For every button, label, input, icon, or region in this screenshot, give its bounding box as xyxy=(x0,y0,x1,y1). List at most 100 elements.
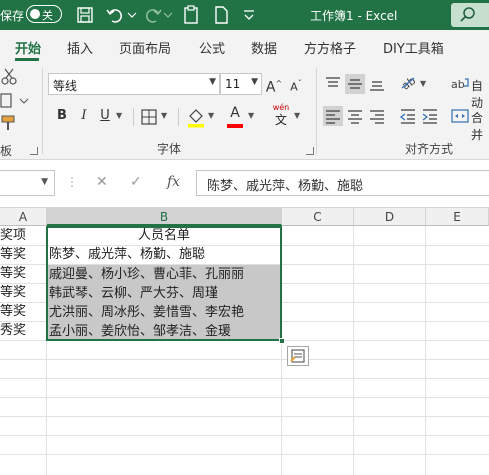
group-separator xyxy=(42,68,43,154)
cell-a2[interactable]: 等奖 xyxy=(0,245,46,264)
chevron-down-icon[interactable]: ▼ xyxy=(208,111,214,120)
clipboard-group-label-fragment: 板 xyxy=(0,144,13,158)
clipboard-launcher-icon[interactable] xyxy=(30,147,38,155)
cell-a4[interactable]: 等奖 xyxy=(0,283,46,302)
format-painter-icon[interactable] xyxy=(0,114,18,132)
wrap-text-label[interactable]: 自动 xyxy=(471,77,489,111)
tab-formulas[interactable]: 公式 xyxy=(199,38,225,57)
undo-icon[interactable] xyxy=(104,4,126,26)
confirm-formula-icon[interactable]: ✓ xyxy=(130,174,142,190)
formula-bar: ▼ ⋮ ✕ ✓ fx 陈梦、戚光萍、杨勤、施聪 xyxy=(0,160,489,208)
row-gridline xyxy=(0,378,489,379)
tab-insert[interactable]: 插入 xyxy=(67,38,93,57)
cell-a1[interactable]: 奖项 xyxy=(0,226,46,245)
underline-button[interactable]: U xyxy=(95,106,115,126)
bold-button[interactable]: B xyxy=(52,106,72,126)
quick-analysis-button[interactable] xyxy=(287,346,309,366)
svg-text:ab: ab xyxy=(451,78,465,91)
phonetic-guide-button[interactable]: wén 文 xyxy=(270,103,292,129)
divider xyxy=(133,108,134,126)
cut-icon[interactable] xyxy=(0,68,18,86)
align-right-icon[interactable] xyxy=(367,106,387,126)
column-header-b[interactable]: B xyxy=(47,208,282,226)
alignment-group-label: 对齐方式 xyxy=(405,142,454,156)
column-header-d[interactable]: D xyxy=(354,208,426,226)
bottom-align-icon[interactable] xyxy=(367,74,387,94)
cancel-formula-icon[interactable]: ✕ xyxy=(96,174,108,190)
ribbon-home: 板 等线 ▼ 11 ▼ A^ Aˇ B I U ▼ ▼ ▼ A ▼ wén 文 … xyxy=(0,62,489,160)
decrease-font-size-button[interactable]: Aˇ xyxy=(286,74,306,94)
chevron-down-icon[interactable]: ▼ xyxy=(294,111,300,120)
toggle-state-label: 关 xyxy=(42,9,53,22)
insert-function-icon[interactable]: fx xyxy=(167,174,180,190)
ribbon-tabs: 开始 插入 页面布局 公式 数据 方方格子 DIY工具箱 xyxy=(0,30,489,62)
formula-bar-grip-icon[interactable]: ⋮ xyxy=(66,175,78,189)
font-size-combo[interactable]: 11 ▼ xyxy=(220,73,262,95)
merge-center-icon[interactable] xyxy=(450,106,470,126)
search-box[interactable] xyxy=(451,3,489,27)
cell-a3[interactable]: 等奖 xyxy=(0,264,46,283)
font-color-button[interactable]: A xyxy=(225,105,245,129)
cell-a6[interactable]: 秀奖 xyxy=(0,321,46,340)
worksheet-grid[interactable]: A B C D E 奖项 等奖 等奖 等奖 等奖 秀奖 人员名单 陈梦、戚光萍、… xyxy=(0,208,489,475)
chevron-down-icon[interactable]: ▼ xyxy=(161,111,167,120)
cell-a5[interactable]: 等奖 xyxy=(0,302,46,321)
customize-toolbar-icon[interactable] xyxy=(238,4,260,26)
row-gridline xyxy=(0,397,489,398)
redo-dropdown-icon[interactable] xyxy=(160,4,182,26)
chevron-down-icon: ▼ xyxy=(209,77,216,87)
align-left-icon[interactable] xyxy=(323,106,343,126)
group-separator xyxy=(316,68,317,154)
increase-font-size-button[interactable]: A^ xyxy=(264,74,284,96)
column-header-a[interactable]: A xyxy=(0,208,47,226)
column-header-e[interactable]: E xyxy=(426,208,489,226)
top-align-icon[interactable] xyxy=(323,74,343,94)
decrease-indent-icon[interactable] xyxy=(398,106,418,126)
save-icon[interactable] xyxy=(74,4,96,26)
paste-icon[interactable] xyxy=(180,4,202,26)
phonetic-wen-char: 文 xyxy=(274,113,287,127)
borders-icon[interactable] xyxy=(140,108,158,126)
autosave-toggle[interactable]: 关 xyxy=(26,5,62,23)
copy-icon[interactable] xyxy=(0,92,30,110)
orientation-icon[interactable]: ab xyxy=(398,72,418,92)
column-gridline xyxy=(353,226,354,475)
chevron-down-icon[interactable]: ▼ xyxy=(41,177,48,187)
italic-button[interactable]: I xyxy=(74,106,94,126)
new-document-icon[interactable] xyxy=(210,4,232,26)
autosave-label: 保存 xyxy=(0,9,25,23)
title-bar: 保存 关 工作簿1 - Excel xyxy=(0,0,489,30)
tab-page-layout[interactable]: 页面布局 xyxy=(119,38,171,57)
merge-center-label[interactable]: 合并 xyxy=(471,109,489,143)
row-gridline xyxy=(0,454,489,455)
column-gridline xyxy=(425,226,426,475)
fill-handle[interactable] xyxy=(279,338,285,344)
chevron-down-icon[interactable]: ▼ xyxy=(116,111,122,120)
middle-align-icon[interactable] xyxy=(345,74,365,94)
name-box[interactable]: ▼ xyxy=(0,170,55,196)
tab-data[interactable]: 数据 xyxy=(251,38,277,57)
chevron-down-icon[interactable]: ▼ xyxy=(248,111,254,120)
document-title: 工作簿1 - Excel xyxy=(310,9,398,23)
chevron-down-icon[interactable]: ▼ xyxy=(420,79,426,88)
formula-input[interactable]: 陈梦、戚光萍、杨勤、施聪 xyxy=(196,170,489,196)
wrap-text-icon[interactable]: ab xyxy=(450,74,470,94)
chevron-down-icon: ▼ xyxy=(251,77,258,87)
align-center-icon[interactable] xyxy=(345,106,365,126)
selection-border xyxy=(46,226,282,341)
phonetic-wen-label: wén xyxy=(272,103,290,112)
quick-analysis-icon xyxy=(290,349,305,363)
column-header-c[interactable]: C xyxy=(282,208,354,226)
row-gridline xyxy=(0,435,489,436)
tab-home[interactable]: 开始 xyxy=(15,38,41,57)
increase-indent-icon[interactable] xyxy=(420,106,440,126)
font-name-combo[interactable]: 等线 ▼ xyxy=(48,73,220,95)
font-launcher-icon[interactable] xyxy=(306,147,314,155)
font-size-value: 11 xyxy=(225,77,241,91)
tab-fangfang-gezi[interactable]: 方方格子 xyxy=(304,38,356,57)
shrink-font-glyph: A xyxy=(290,80,298,94)
fill-color-icon[interactable] xyxy=(186,106,206,128)
grow-font-glyph: A xyxy=(265,79,276,96)
tab-diy-toolbox[interactable]: DIY工具箱 xyxy=(383,38,444,57)
divider xyxy=(178,108,179,126)
